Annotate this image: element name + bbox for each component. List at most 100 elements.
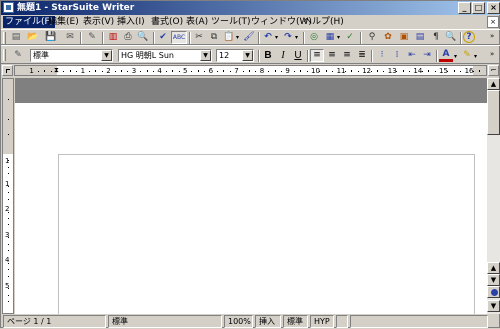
data-sources-icon[interactable]: ▤ [413, 31, 427, 44]
document-close-icon[interactable]: × [487, 16, 499, 28]
font-size-select[interactable]: 12 ▼ [216, 49, 254, 62]
menu-tools[interactable]: ツール(T) [209, 16, 253, 28]
zoom-icon[interactable]: 🔍 [444, 31, 458, 44]
ruler-number: 9 [285, 67, 290, 75]
show-draw-functions-icon[interactable]: ✓ [343, 31, 357, 44]
hyperlink-icon[interactable]: ◎ [307, 31, 321, 44]
toolbar-overflow-icon[interactable]: » [490, 32, 494, 40]
font-color-icon[interactable]: A [439, 49, 453, 62]
page-style-indicator[interactable]: 標準 [108, 315, 222, 328]
ruler-tick [8, 198, 9, 200]
selection-mode-indicator[interactable]: 標準 [283, 315, 308, 328]
menu-insert[interactable]: 挿入(I) [115, 16, 147, 28]
document-area[interactable] [15, 78, 487, 314]
minimize-button[interactable]: _ [458, 2, 471, 14]
paste-icon[interactable]: 📋 [222, 31, 236, 44]
menu-view[interactable]: 表示(V) [81, 16, 116, 28]
vertical-ruler[interactable]: 112345 [2, 78, 14, 314]
paragraph-style-select[interactable]: 標準 ▼ [30, 49, 113, 62]
horizontal-ruler[interactable]: 11234567891011121314151617⧗ [14, 65, 487, 76]
italic-button[interactable]: I [276, 49, 290, 62]
ruler-number: 1 [29, 67, 34, 75]
ruler-tick [69, 70, 71, 72]
format-paintbrush-icon[interactable]: 🖌 [242, 31, 256, 44]
app-icon[interactable] [3, 2, 14, 13]
navigation-icon[interactable] [487, 286, 500, 298]
autospellcheck-icon[interactable]: ABC [171, 31, 187, 44]
cut-icon[interactable]: ✂ [192, 31, 206, 44]
formatting-marks-icon[interactable]: ¶ [429, 31, 443, 44]
text-boundary[interactable] [58, 154, 475, 314]
redo-icon[interactable]: ↷ [281, 31, 295, 44]
highlighting-icon[interactable]: ✎ [460, 49, 474, 62]
menu-bar: ファイル(F) 編集(E) 表示(V) 挿入(I) 書式(O) 表(A) ツール… [1, 15, 500, 29]
chevron-down-icon[interactable]: ▼ [242, 50, 253, 61]
justify-icon[interactable]: ≣ [355, 49, 369, 62]
export-pdf-icon[interactable]: ▥ [106, 31, 120, 44]
decrease-indent-icon[interactable]: ⇤ [405, 49, 419, 62]
scroll-up-page-icon[interactable]: ▼ [487, 274, 500, 286]
insert-mode-indicator[interactable]: 挿入 [255, 315, 281, 328]
menu-table[interactable]: 表(A) [184, 16, 210, 28]
chevron-down-icon[interactable]: ▼ [200, 50, 211, 61]
ruler-tick [332, 71, 334, 72]
bullets-icon[interactable]: ⁞ [390, 49, 404, 62]
align-center-icon[interactable]: ≡ [325, 49, 339, 62]
ruler-tick [249, 70, 250, 72]
redo-dropdown-icon[interactable]: ▾ [295, 34, 298, 41]
insert-table-icon[interactable]: ▦ [323, 31, 337, 44]
window-title: 無題1 - StarSuite Writer [17, 3, 135, 13]
print-icon[interactable]: ⎙ [121, 31, 135, 44]
undo-dropdown-icon[interactable]: ▾ [275, 34, 278, 41]
paste-dropdown-icon[interactable]: ▾ [236, 34, 239, 41]
scroll-down-icon[interactable]: ▲ [487, 262, 500, 274]
bold-button[interactable]: B [261, 49, 275, 62]
save-icon[interactable]: 💾 [44, 31, 58, 44]
find-replace-icon[interactable]: ⚲ [365, 31, 379, 44]
ruler-corner[interactable] [2, 65, 13, 76]
numbering-icon[interactable]: ⁝ [375, 49, 389, 62]
styles-formatting-icon[interactable]: ✎ [11, 49, 25, 62]
ruler-tick [121, 70, 122, 72]
toolbar-grip[interactable] [3, 49, 6, 61]
email-icon[interactable]: ✉ [63, 31, 77, 44]
page-preview-icon[interactable]: 🔍 [136, 31, 150, 44]
ruler-number: 6 [208, 67, 214, 75]
tab-stop-icon[interactable]: ⌐ [488, 65, 499, 76]
menu-help[interactable]: ヘルプ(H) [301, 16, 346, 28]
page-indicator[interactable]: ページ 1 / 1 [3, 315, 106, 328]
undo-icon[interactable]: ↶ [261, 31, 275, 44]
navigator-icon[interactable]: ✿ [381, 31, 395, 44]
vertical-scrollbar[interactable]: ▲ ▲ ▼ ▼ [487, 78, 500, 314]
table-dropdown-icon[interactable]: ▾ [337, 34, 340, 41]
menu-format[interactable]: 書式(O) [149, 16, 185, 28]
menu-edit[interactable]: 編集(E) [46, 16, 81, 28]
spellcheck-icon[interactable]: ✔ [156, 31, 170, 44]
scroll-thumb[interactable] [487, 90, 500, 135]
help-icon[interactable]: ? [463, 31, 475, 43]
font-color-dropdown-icon[interactable]: ▾ [454, 53, 457, 60]
new-document-icon[interactable]: ▤ [9, 31, 23, 44]
increase-indent-icon[interactable]: ⇥ [420, 49, 434, 62]
maximize-button[interactable]: □ [472, 2, 485, 14]
open-folder-icon[interactable]: 📂 [26, 31, 40, 44]
close-button[interactable]: × [487, 2, 500, 14]
indent-marker-icon[interactable]: ⧗ [54, 66, 59, 75]
edit-file-icon[interactable]: ✎ [85, 31, 99, 44]
toolbar-grip[interactable] [3, 32, 6, 44]
align-right-icon[interactable]: ≡ [340, 49, 354, 62]
zoom-indicator[interactable]: 100% [224, 315, 253, 328]
highlighting-dropdown-icon[interactable]: ▾ [474, 53, 477, 60]
gallery-icon[interactable]: ▣ [397, 31, 411, 44]
document-page[interactable] [15, 103, 487, 314]
scroll-up-icon[interactable]: ▲ [487, 78, 500, 90]
resize-grip-icon[interactable] [490, 315, 500, 328]
copy-icon[interactable]: ⧉ [207, 31, 221, 44]
hyperlink-mode-indicator[interactable]: HYP [310, 315, 334, 328]
font-name-select[interactable]: HG 明朝L Sun ▼ [118, 49, 212, 62]
underline-button[interactable]: U [291, 49, 305, 62]
align-left-icon[interactable]: ≡ [310, 49, 324, 62]
toolbar-overflow-icon[interactable]: » [490, 50, 494, 58]
scroll-down-page-icon[interactable]: ▼ [487, 300, 500, 312]
chevron-down-icon[interactable]: ▼ [101, 50, 112, 61]
